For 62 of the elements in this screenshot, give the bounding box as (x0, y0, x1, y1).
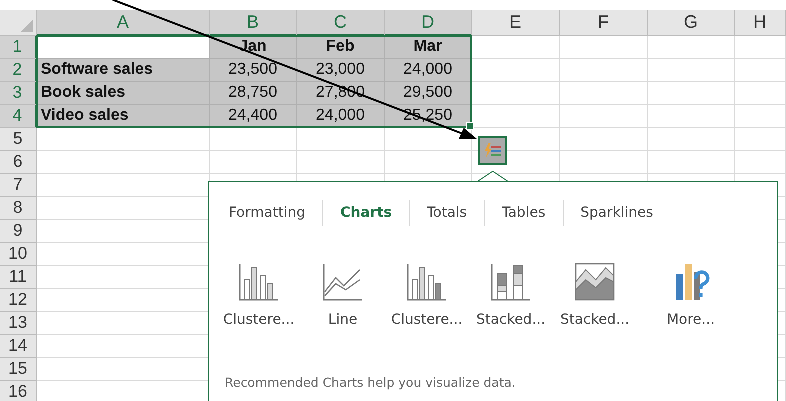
column-header[interactable]: C (297, 10, 385, 36)
chart-option[interactable]: Stacked... (473, 262, 549, 328)
column-header[interactable]: F (560, 10, 648, 36)
table-cell: 28,750 (210, 82, 297, 105)
table-cell (735, 82, 786, 105)
table-cell: 23,500 (210, 59, 297, 82)
stacked-column-chart-icon (490, 262, 532, 302)
row-header[interactable]: 14 (0, 335, 37, 358)
column-chart-icon (406, 262, 448, 302)
row-header[interactable]: 13 (0, 312, 37, 335)
row-header[interactable]: 7 (0, 174, 37, 197)
chart-option[interactable]: Stacked... (557, 262, 633, 328)
row-header[interactable]: 16 (0, 381, 37, 401)
line-chart-icon (322, 262, 364, 302)
panel-tab[interactable]: Sparklines (572, 203, 662, 223)
column-chart-icon (238, 262, 280, 302)
chart-option[interactable]: Clustere... (221, 262, 297, 328)
column-header[interactable]: E (472, 10, 560, 36)
panel-tab[interactable]: Tables (494, 203, 554, 223)
table-cell: 24,400 (210, 105, 297, 128)
row-header[interactable]: 11 (0, 266, 37, 289)
row-header[interactable]: 5 (0, 128, 37, 151)
panel-tab[interactable]: Charts (332, 203, 400, 223)
row-header[interactable]: 8 (0, 197, 37, 220)
column-header-cell: Feb (297, 36, 385, 59)
table-cell: 24,000 (385, 59, 472, 82)
row-header[interactable]: 4 (0, 105, 37, 128)
panel-hint: Recommended Charts help you visualize data. (225, 375, 516, 390)
column-header[interactable]: D (385, 10, 472, 36)
row-label-cell: Video sales (37, 105, 210, 128)
row-header[interactable]: 6 (0, 151, 37, 174)
panel-tab[interactable]: Totals (419, 203, 476, 223)
table-cell: 29,500 (385, 82, 472, 105)
table-cell (735, 128, 786, 151)
table-cell (735, 151, 786, 174)
column-header-cell: Mar (385, 36, 472, 59)
column-header[interactable]: B (210, 10, 297, 36)
chart-option[interactable]: More... (653, 262, 729, 328)
row-header[interactable]: 10 (0, 243, 37, 266)
row-header[interactable]: 15 (0, 358, 37, 381)
table-cell (735, 105, 786, 128)
row-header[interactable]: 3 (0, 82, 37, 105)
table-cell: 24,000 (297, 105, 385, 128)
table-cell: 23,000 (297, 59, 385, 82)
column-header[interactable]: G (648, 10, 735, 36)
row-label-cell: Software sales (37, 59, 210, 82)
row-header[interactable]: 9 (0, 220, 37, 243)
row-header[interactable]: 1 (0, 36, 37, 59)
panel-tab[interactable]: Formatting (221, 203, 314, 223)
quick-analysis-button[interactable] (478, 136, 507, 165)
row-label-cell: Book sales (37, 82, 210, 105)
table-cell (735, 59, 786, 82)
row-header[interactable]: 2 (0, 59, 37, 82)
row-header[interactable]: 12 (0, 289, 37, 312)
lightning-list-icon (484, 142, 502, 158)
area-chart-icon (574, 262, 616, 302)
table-cell (735, 36, 786, 59)
chart-option[interactable]: Clustere... (389, 262, 465, 328)
chart-option[interactable]: Line (305, 262, 381, 328)
column-header[interactable]: H (735, 10, 786, 36)
column-header[interactable]: A (37, 10, 210, 36)
fill-handle[interactable] (466, 122, 474, 130)
